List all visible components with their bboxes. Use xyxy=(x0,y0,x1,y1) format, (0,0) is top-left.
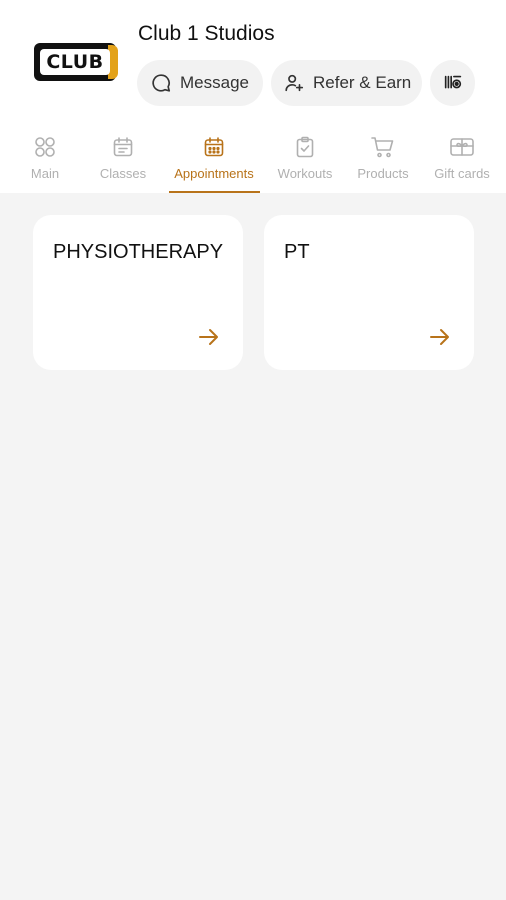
arrow-right-icon xyxy=(430,329,449,345)
tab-label: Classes xyxy=(99,166,147,181)
message-label: Message xyxy=(180,73,249,92)
active-tab-indicator xyxy=(169,191,260,193)
cart-icon xyxy=(371,137,394,158)
appointment-card-physiotherapy[interactable]: PHYSIOTHERAPY xyxy=(33,215,243,370)
grid-icon xyxy=(35,137,55,157)
appointment-card-pt[interactable]: PT xyxy=(264,215,474,370)
tab-bar: Main Classes Appointments Workouts Produ… xyxy=(0,128,506,193)
calendar-dots-icon xyxy=(204,137,224,157)
loyalty-card-button[interactable] xyxy=(430,60,475,106)
logo-badge: CLUB xyxy=(34,43,118,81)
arrow-right-icon xyxy=(199,329,218,345)
tab-label: Workouts xyxy=(277,166,333,181)
refer-earn-label: Refer & Earn xyxy=(313,73,412,92)
loyalty-card-icon xyxy=(444,75,461,89)
tab-label: Products xyxy=(357,166,409,181)
clipboard-check-icon xyxy=(296,136,314,158)
tab-label: Gift cards xyxy=(434,166,490,181)
chat-bubble-icon xyxy=(152,74,171,92)
tab-classes[interactable]: Classes xyxy=(77,128,169,193)
message-button[interactable]: Message xyxy=(137,60,263,106)
gift-card-icon xyxy=(450,138,474,156)
tab-appointments[interactable]: Appointments xyxy=(168,128,260,193)
studio-name: Club 1 Studios xyxy=(138,22,275,45)
calendar-list-icon xyxy=(113,137,133,157)
app-header: CLUB Club 1 Studios Message Refer & Earn xyxy=(0,0,506,193)
appointment-title: PHYSIOTHERAPY xyxy=(53,241,224,263)
studio-logo: CLUB xyxy=(30,22,120,102)
tab-gift-cards[interactable]: Gift cards xyxy=(416,128,506,193)
user-plus-icon xyxy=(285,74,304,92)
logo-text: CLUB xyxy=(46,51,104,73)
tab-label: Appointments xyxy=(174,166,254,181)
tab-label: Main xyxy=(30,166,60,181)
logo-inner: CLUB xyxy=(40,49,110,75)
refer-earn-button[interactable]: Refer & Earn xyxy=(271,60,422,106)
appointment-title: PT xyxy=(284,241,310,263)
